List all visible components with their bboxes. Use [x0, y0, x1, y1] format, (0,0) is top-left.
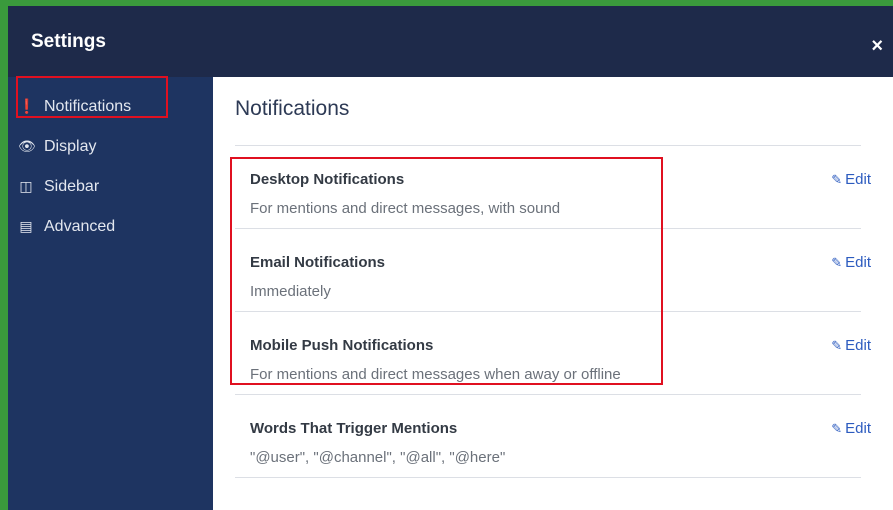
divider	[235, 145, 861, 146]
setting-description: "@user", "@channel", "@all", "@here"	[250, 449, 506, 466]
divider	[235, 311, 861, 312]
pencil-icon: ✎	[831, 421, 843, 436]
setting-name: Desktop Notifications	[250, 171, 405, 188]
divider	[235, 394, 861, 395]
eye-icon: 👁	[18, 138, 36, 154]
sidebar-item-display[interactable]: 👁 Display	[18, 127, 96, 165]
setting-name: Mobile Push Notifications	[250, 337, 434, 354]
setting-email-notifications: Email Notifications Immediately	[250, 254, 810, 300]
setting-name: Email Notifications	[250, 254, 386, 271]
setting-words-that-trigger-mentions: Words That Trigger Mentions "@user", "@c…	[250, 420, 810, 466]
settings-content: Notifications Desktop Notifications For …	[213, 77, 893, 510]
edit-label: Edit	[845, 171, 871, 188]
modal-title: Settings	[31, 31, 106, 52]
setting-description: For mentions and direct messages when aw…	[250, 366, 621, 383]
list-icon: ▤	[19, 218, 33, 234]
columns-icon: ◫	[19, 178, 33, 194]
setting-name: Words That Trigger Mentions	[250, 420, 458, 437]
sidebar-item-label: Display	[44, 138, 97, 155]
edit-mobile-push-notifications-button[interactable]: ✎ Edit	[831, 337, 871, 354]
sidebar-item-label: Sidebar	[44, 178, 100, 195]
pencil-icon: ✎	[831, 172, 843, 187]
edit-label: Edit	[845, 337, 871, 354]
close-icon[interactable]: ×	[871, 6, 883, 86]
divider	[235, 228, 861, 229]
sidebar-item-advanced[interactable]: ▤ Advanced	[18, 207, 115, 245]
setting-description: For mentions and direct messages, with s…	[250, 200, 561, 217]
edit-email-notifications-button[interactable]: ✎ Edit	[831, 254, 871, 271]
edit-desktop-notifications-button[interactable]: ✎ Edit	[831, 171, 871, 188]
highlight-box-sidebar	[16, 76, 168, 118]
edit-label: Edit	[845, 420, 871, 437]
edit-words-that-trigger-mentions-button[interactable]: ✎ Edit	[831, 420, 871, 437]
pencil-icon: ✎	[831, 338, 843, 353]
sidebar-item-sidebar[interactable]: ◫ Sidebar	[18, 167, 99, 205]
divider	[235, 477, 861, 478]
setting-description: Immediately	[250, 283, 331, 300]
page-title: Notifications	[235, 97, 350, 120]
pencil-icon: ✎	[831, 255, 843, 270]
edit-label: Edit	[845, 254, 871, 271]
setting-desktop-notifications: Desktop Notifications For mentions and d…	[250, 171, 810, 217]
modal-header: Settings ×	[8, 6, 893, 77]
settings-sidebar: ❗ Notifications 👁 Display ◫ Sidebar ▤ Advanc…	[8, 77, 213, 510]
sidebar-item-label: Advanced	[44, 218, 116, 235]
setting-mobile-push-notifications: Mobile Push Notifications For mentions a…	[250, 337, 810, 383]
